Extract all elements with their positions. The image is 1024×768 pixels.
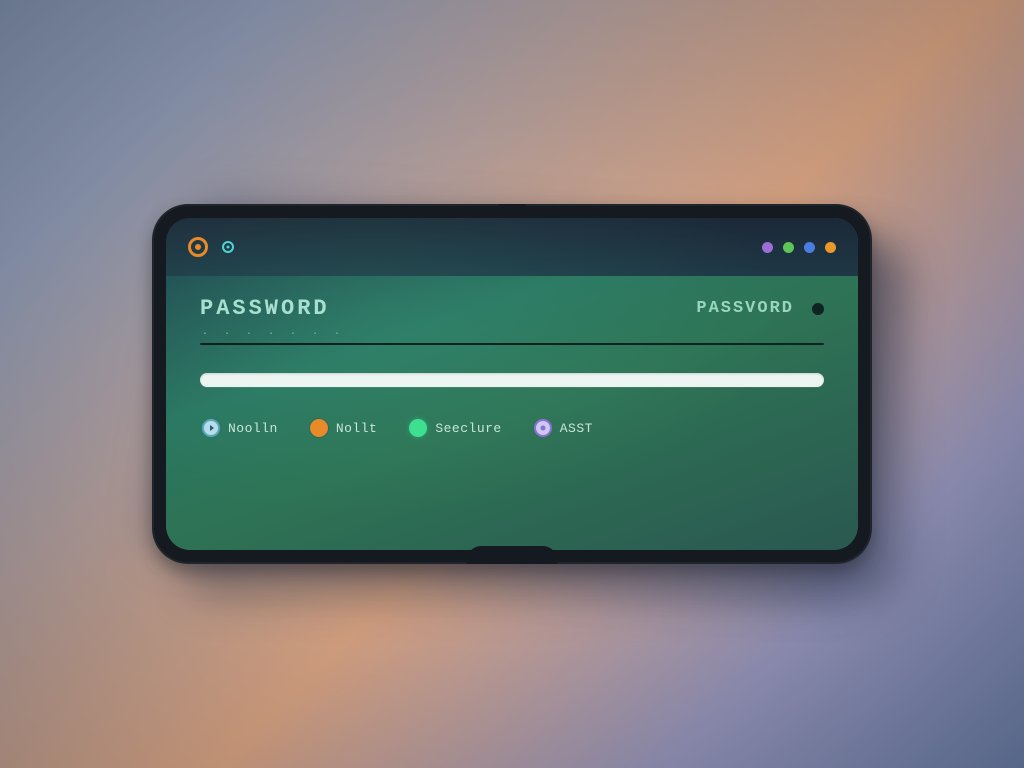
status-dot-purple[interactable] (762, 242, 773, 253)
password-label-secondary: PASSVORD (696, 299, 794, 318)
option-label: Noolln (228, 421, 278, 436)
status-dot-orange[interactable] (825, 242, 836, 253)
option-secure[interactable]: Seeclure (409, 419, 501, 437)
status-left-group (188, 237, 234, 257)
option-label: Seeclure (435, 421, 501, 436)
option-label: Nollt (336, 421, 378, 436)
password-input-underline[interactable] (200, 343, 824, 345)
option-label: ASST (560, 421, 593, 436)
option-nolt[interactable]: Nollt (310, 419, 378, 437)
radio-icon (534, 419, 552, 437)
option-nooln[interactable]: Noolln (202, 419, 278, 437)
camera-notch (499, 204, 525, 218)
dot-icon (310, 419, 328, 437)
mask-indicator-dot (812, 303, 824, 315)
play-circle-icon (202, 419, 220, 437)
home-notch (467, 546, 557, 564)
status-dot-blue[interactable] (804, 242, 815, 253)
options-row: Noolln Nollt Seeclure ASST (200, 419, 824, 437)
password-strength-slider[interactable] (200, 373, 824, 387)
device-frame: PASSWORD PASSVORD . . . . . . . Noolln N… (152, 204, 872, 564)
status-bar (166, 218, 858, 276)
content-area: PASSWORD PASSVORD . . . . . . . Noolln N… (166, 276, 858, 437)
status-dot-green[interactable] (783, 242, 794, 253)
record-icon[interactable] (188, 237, 208, 257)
option-asst[interactable]: ASST (534, 419, 593, 437)
target-icon[interactable] (222, 241, 234, 253)
device-screen: PASSWORD PASSVORD . . . . . . . Noolln N… (166, 218, 858, 550)
status-right-group (762, 242, 836, 253)
dot-icon (409, 419, 427, 437)
password-masked-value: . . . . . . . (202, 327, 824, 341)
password-label-row: PASSWORD PASSVORD (200, 296, 824, 321)
password-label-primary: PASSWORD (200, 296, 330, 321)
